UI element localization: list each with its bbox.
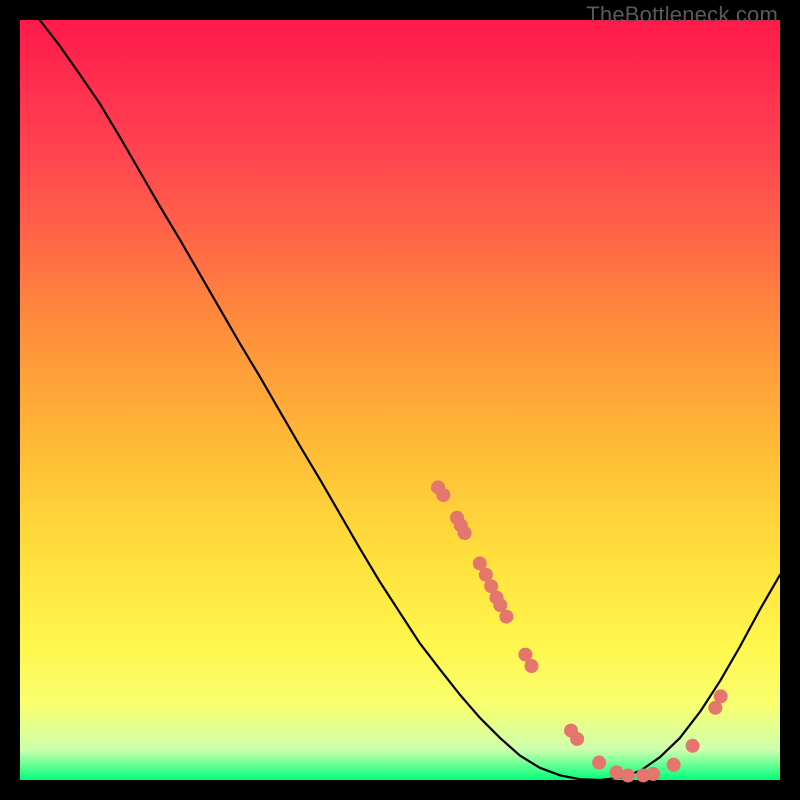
highlight-marker xyxy=(686,739,700,753)
highlight-markers-group xyxy=(431,480,728,782)
highlight-marker xyxy=(592,756,606,770)
bottleneck-curve xyxy=(40,20,780,780)
watermark-label: TheBottleneck.com xyxy=(586,2,778,28)
highlight-marker xyxy=(458,526,472,540)
highlight-marker xyxy=(570,732,584,746)
highlight-marker xyxy=(524,659,538,673)
highlight-marker xyxy=(499,610,513,624)
chart-svg-layer xyxy=(20,20,780,780)
highlight-marker xyxy=(714,689,728,703)
chart-plot-area xyxy=(20,20,780,780)
highlight-marker xyxy=(436,488,450,502)
highlight-marker xyxy=(646,767,660,781)
highlight-marker xyxy=(621,768,635,782)
highlight-marker xyxy=(667,758,681,772)
